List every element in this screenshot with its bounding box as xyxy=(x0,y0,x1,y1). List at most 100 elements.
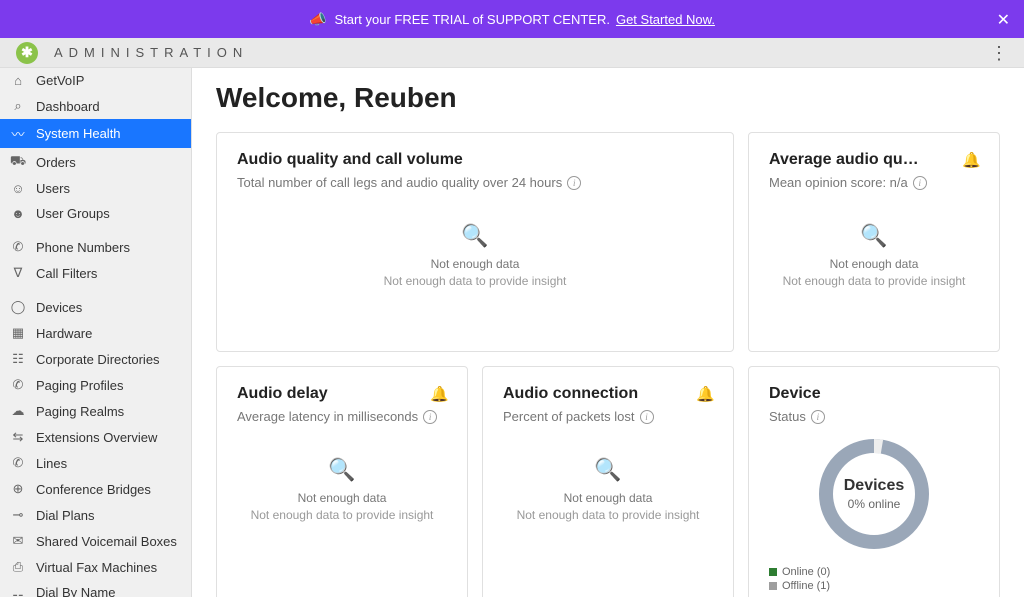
nav-label: User Groups xyxy=(36,206,110,221)
nav-icon: ⊸ xyxy=(10,507,26,523)
topbar: ✱ ADMINISTRATION ⋮ xyxy=(0,38,1024,68)
nav-icon: ⌂ xyxy=(10,73,26,88)
page-title: Welcome, Reuben xyxy=(216,82,1000,114)
sidebar-item-system-health[interactable]: 〰 System Health xyxy=(0,119,191,148)
nav-label: Paging Profiles xyxy=(36,378,123,393)
device-donut-chart: Devices 0% online xyxy=(814,434,934,554)
legend-dot-online xyxy=(769,568,777,576)
nav-icon: ☺ xyxy=(10,181,26,196)
card-audio-delay: 🔔 Audio delay Average latency in millise… xyxy=(216,366,468,597)
empty-state: 🔍 Not enough data Not enough data to pro… xyxy=(237,190,713,320)
sidebar-item-orders[interactable]: ⛟ Orders xyxy=(0,148,191,176)
search-icon: 🔍 xyxy=(594,457,621,483)
nav-icon: ⊕ xyxy=(10,481,26,497)
empty-state: 🔍 Not enough data Not enough data to pro… xyxy=(237,424,447,554)
bell-icon[interactable]: 🔔 xyxy=(962,151,981,169)
card-audio-connection: 🔔 Audio connection Percent of packets lo… xyxy=(482,366,734,597)
nav-label: Hardware xyxy=(36,326,92,341)
megaphone-icon: 📣 xyxy=(309,11,326,28)
sidebar-item-shared-voicemail-boxes[interactable]: ✉Shared Voicemail Boxes xyxy=(0,528,191,554)
bell-icon[interactable]: 🔔 xyxy=(696,385,715,403)
nav-icon: ⌕ xyxy=(10,98,26,114)
nav-label: GetVoIP xyxy=(36,73,84,88)
card-title: Audio quality and call volume xyxy=(237,151,713,169)
search-icon: 🔍 xyxy=(461,223,488,249)
nav-label: Extensions Overview xyxy=(36,430,157,445)
nav-icon: ∇ xyxy=(10,265,26,281)
nav-icon: ☁ xyxy=(10,403,26,419)
card-subtitle: Percent of packets lost i xyxy=(503,409,713,424)
donut-title: Devices xyxy=(844,477,905,495)
card-audio-quality: Audio quality and call volume Total numb… xyxy=(216,132,734,352)
sidebar-item-dial-plans[interactable]: ⊸ Dial Plans xyxy=(0,502,191,528)
sidebar-item-hardware[interactable]: ▦ Hardware xyxy=(0,320,191,346)
legend-dot-offline xyxy=(769,582,777,590)
more-icon[interactable]: ⋮ xyxy=(990,44,1008,62)
sidebar[interactable]: ⌂ GetVoIP ⌕Dashboard 〰 System Health ⛟ Orders ☺… xyxy=(0,68,192,597)
card-title: Audio connection xyxy=(503,385,713,403)
info-icon[interactable]: i xyxy=(640,410,654,424)
bell-icon[interactable]: 🔔 xyxy=(430,385,449,403)
sidebar-item-user-groups[interactable]: ☻ User Groups xyxy=(0,201,191,226)
empty-state: 🔍 Not enough data Not enough data to pro… xyxy=(769,190,979,320)
nav-icon: ⛟ xyxy=(10,153,26,171)
nav-icon: ✆ xyxy=(10,239,26,255)
nav-icon: ▦ xyxy=(10,325,26,341)
info-icon[interactable]: i xyxy=(423,410,437,424)
empty-state: 🔍 Not enough data Not enough data to pro… xyxy=(503,424,713,554)
app-title: ADMINISTRATION xyxy=(54,45,248,60)
info-icon[interactable]: i xyxy=(913,176,927,190)
nav-icon: ✆ xyxy=(10,455,26,471)
search-icon: 🔍 xyxy=(860,223,887,249)
sidebar-item-extensions-overview[interactable]: ⇆ Extensions Overview xyxy=(0,424,191,450)
nav-icon: ☷ xyxy=(10,592,26,597)
nav-icon: ⇆ xyxy=(10,429,26,445)
nav-icon: ☷ xyxy=(10,351,26,367)
sidebar-item-getvoip[interactable]: ⌂ GetVoIP xyxy=(0,68,191,93)
sidebar-item-dashboard[interactable]: ⌕Dashboard xyxy=(0,93,191,119)
nav-icon: ☻ xyxy=(10,206,26,221)
nav-icon: ◯ xyxy=(10,299,26,315)
nav-label: Virtual Fax Machines xyxy=(36,560,157,575)
card-avg-audio: 🔔 Average audio qu… Mean opinion score: … xyxy=(748,132,1000,352)
sidebar-item-corporate-directories[interactable]: ☷ Corporate Directories xyxy=(0,346,191,372)
nav-icon: 〰 xyxy=(10,124,26,143)
banner-link[interactable]: Get Started Now. xyxy=(616,12,715,27)
nav-icon: ⎙ xyxy=(10,559,26,575)
sidebar-item-paging-profiles[interactable]: ✆ Paging Profiles xyxy=(0,372,191,398)
sidebar-item-users[interactable]: ☺ Users xyxy=(0,176,191,201)
card-subtitle: Average latency in milliseconds i xyxy=(237,409,447,424)
nav-label: Lines xyxy=(36,456,67,471)
sidebar-item-virtual-fax-machines[interactable]: ⎙ Virtual Fax Machines xyxy=(0,554,191,580)
card-subtitle: Total number of call legs and audio qual… xyxy=(237,175,713,190)
main-content: Welcome, Reuben Audio quality and call v… xyxy=(192,68,1024,597)
promo-banner: 📣 Start your FREE TRIAL of SUPPORT CENTE… xyxy=(0,0,1024,38)
nav-label: Dial Plans xyxy=(36,508,95,523)
nav-label: Shared Voicemail Boxes xyxy=(36,534,177,549)
nav-icon: ✆ xyxy=(10,377,26,393)
sidebar-item-devices[interactable]: ◯ Devices xyxy=(0,294,191,320)
info-icon[interactable]: i xyxy=(811,410,825,424)
sidebar-item-paging-realms[interactable]: ☁ Paging Realms xyxy=(0,398,191,424)
sidebar-item-phone-numbers[interactable]: ✆ Phone Numbers xyxy=(0,234,191,260)
nav-label: Devices xyxy=(36,300,82,315)
info-icon[interactable]: i xyxy=(567,176,581,190)
nav-label: Users xyxy=(36,181,70,196)
search-icon: 🔍 xyxy=(328,457,355,483)
sidebar-item-call-filters[interactable]: ∇Call Filters xyxy=(0,260,191,286)
sidebar-item-lines[interactable]: ✆ Lines xyxy=(0,450,191,476)
close-icon[interactable]: ✕ xyxy=(997,10,1010,30)
card-title: Average audio qu… xyxy=(769,151,979,169)
logo-icon[interactable]: ✱ xyxy=(16,42,38,64)
nav-label: Corporate Directories xyxy=(36,352,160,367)
donut-sub: 0% online xyxy=(848,497,901,511)
nav-label: Phone Numbers xyxy=(36,240,130,255)
nav-label: Conference Bridges xyxy=(36,482,151,497)
sidebar-item-conference-bridges[interactable]: ⊕ Conference Bridges xyxy=(0,476,191,502)
card-subtitle: Status i xyxy=(769,409,979,424)
nav-label: Paging Realms xyxy=(36,404,124,419)
sidebar-item-dial-by-name-directories[interactable]: ☷Dial By Name Directories xyxy=(0,580,191,597)
nav-label: Orders xyxy=(36,155,76,170)
nav-label: System Health xyxy=(36,126,121,141)
card-subtitle: Mean opinion score: n/a i xyxy=(769,175,979,190)
